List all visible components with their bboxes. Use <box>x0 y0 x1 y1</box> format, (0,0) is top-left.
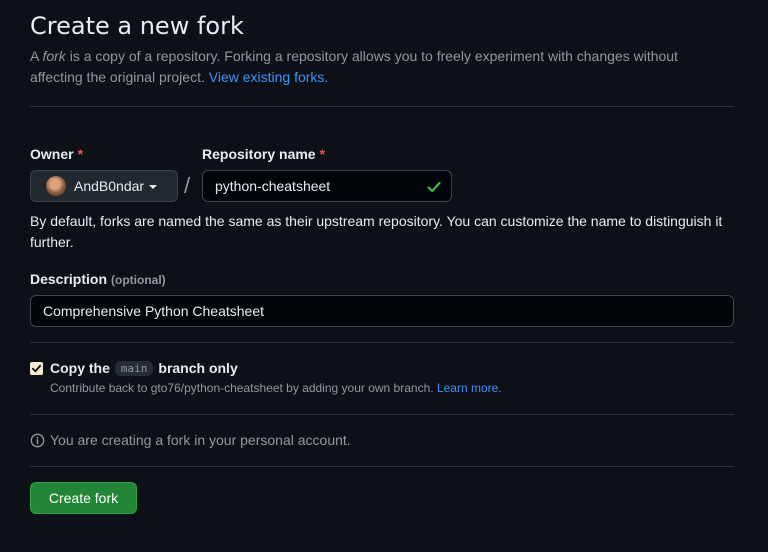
info-text: You are creating a fork in your personal… <box>50 432 351 448</box>
intro-rest: is a copy of a repository. Forking a rep… <box>30 48 678 85</box>
divider <box>30 466 734 467</box>
divider <box>30 414 734 415</box>
fork-name-hint: By default, forks are named the same as … <box>30 213 723 250</box>
copy-branch-prefix: Copy the <box>50 360 110 376</box>
description-label-text: Description <box>30 271 108 287</box>
branch-name: main <box>114 360 154 376</box>
required-mark: * <box>319 146 326 162</box>
description-label: Description (optional) <box>30 271 166 287</box>
intro-text: A fork is a copy of a repository. Forkin… <box>30 46 734 88</box>
description-value: Comprehensive Python Cheatsheet <box>43 303 265 319</box>
copy-branch-checkbox[interactable] <box>30 362 43 375</box>
repo-name-label: Repository name * <box>202 146 325 162</box>
owner-value: AndB0ndar <box>74 178 145 194</box>
view-forks-link[interactable]: View existing forks. <box>209 69 329 85</box>
repo-name-input[interactable]: python-cheatsheet <box>202 170 452 202</box>
divider <box>30 342 734 343</box>
copy-branch-suffix: branch only <box>158 360 238 376</box>
copy-branch-sub-text: Contribute back to gto76/python-cheatshe… <box>50 381 434 395</box>
avatar <box>46 176 66 196</box>
optional-tag: (optional) <box>111 273 166 287</box>
divider <box>30 106 734 107</box>
owner-repo-separator: / <box>184 173 191 198</box>
check-icon <box>427 181 441 193</box>
copy-branch-label[interactable]: Copy the main branch only <box>50 360 238 376</box>
owner-select[interactable]: AndB0ndar <box>30 170 178 202</box>
create-fork-button[interactable]: Create fork <box>30 482 137 514</box>
owner-label-text: Owner <box>30 146 74 162</box>
copy-branch-description: Contribute back to gto76/python-cheatshe… <box>50 381 502 395</box>
page-title: Create a new fork <box>30 12 244 40</box>
repo-name-label-text: Repository name <box>202 146 316 162</box>
learn-more-link[interactable]: Learn more. <box>437 381 502 395</box>
required-mark: * <box>77 146 84 162</box>
intro-prefix: A <box>30 48 43 64</box>
info-icon <box>30 433 45 447</box>
description-input[interactable]: Comprehensive Python Cheatsheet <box>30 295 734 327</box>
repo-name-value: python-cheatsheet <box>215 178 331 194</box>
caret-down-icon <box>149 185 158 189</box>
account-info: You are creating a fork in your personal… <box>30 432 351 448</box>
intro-em: fork <box>42 48 66 64</box>
checkmark-icon <box>31 364 42 373</box>
owner-label: Owner * <box>30 146 83 162</box>
